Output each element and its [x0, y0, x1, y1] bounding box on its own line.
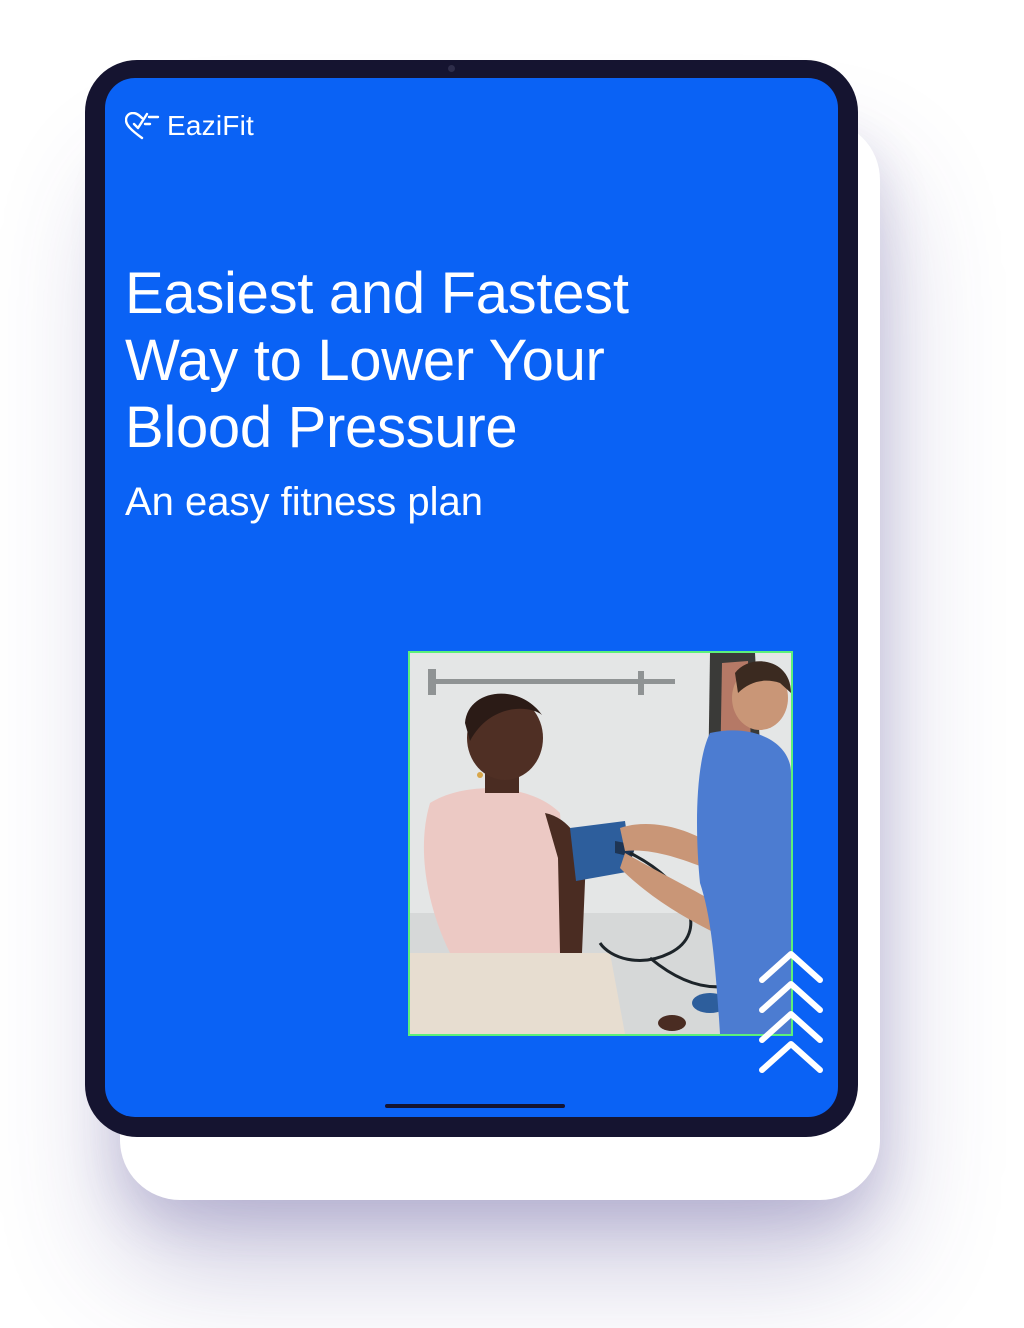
cover-title: Easiest and Fastest Way to Lower Your Bl… [125, 260, 765, 461]
home-indicator [385, 1104, 565, 1108]
photo-illustration [410, 653, 791, 1034]
chevrons-up-icon [759, 951, 823, 1073]
title-line: Blood Pressure [125, 395, 518, 460]
title-line: Way to Lower Your [125, 328, 605, 393]
camera-icon [448, 65, 455, 72]
brand: EaziFit [125, 110, 254, 142]
cover-subtitle: An easy fitness plan [125, 480, 483, 524]
ebook-mockup: EaziFit Easiest and Fastest Way to Lower… [0, 0, 1024, 1328]
title-line: Easiest and Fastest [125, 261, 629, 326]
brand-name: EaziFit [167, 110, 254, 141]
blood-pressure-check-photo [408, 651, 793, 1036]
heart-pulse-logo-icon [125, 112, 160, 140]
ebook-cover: EaziFit Easiest and Fastest Way to Lower… [105, 78, 838, 1117]
